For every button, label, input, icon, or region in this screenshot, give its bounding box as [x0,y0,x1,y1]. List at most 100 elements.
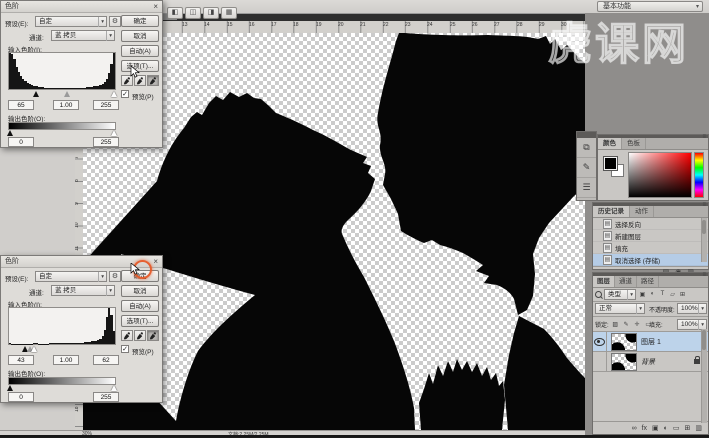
white-point-eyedropper-icon[interactable] [147,75,159,86]
layer-row[interactable]: 背景 [593,352,708,372]
output-black-field[interactable]: 0 [8,137,34,147]
white-output-slider[interactable] [111,385,117,391]
layers-bottom-icon[interactable]: ⊞ [685,424,691,432]
layer-filter-row: 类型 ▾ ▣◐T▱⊞ [593,288,708,302]
layers-panel-tab[interactable]: 路径 [637,276,659,287]
fill-select[interactable]: 100% ▾ [677,319,707,330]
layers-bottom-icon[interactable]: ▣ [652,424,659,432]
history-state-row[interactable]: ▤ 填充 [593,242,708,254]
history-state-row[interactable]: ▤ 选择反向 [593,218,708,230]
gamma-input-slider[interactable] [64,91,70,97]
history-panel-tab[interactable]: 历史记录 [593,206,630,217]
layer-filter-icon[interactable]: T [658,291,667,298]
layers-bottom-icon[interactable]: ▭ [673,424,680,432]
black-output-slider[interactable] [7,130,13,136]
fg-bg-swatches[interactable] [604,157,624,177]
visibility-cell[interactable] [593,332,607,351]
hue-slider[interactable] [694,152,704,198]
history-state-label: 选择反向 [615,219,641,229]
layers-bottom-icon[interactable]: ▥ [695,424,702,432]
lock-option-icon[interactable]: ✎ [622,321,631,328]
black-output-slider[interactable] [7,385,13,391]
white-input-slider[interactable] [111,91,117,97]
white-input-slider[interactable] [31,346,37,352]
layers-scrollbar[interactable] [701,329,707,423]
scrollbar-thumb[interactable] [702,330,706,350]
black-point-eyedropper-icon[interactable] [121,330,133,341]
history-state-row[interactable]: ▤ 新建图层 [593,230,708,242]
output-white-field[interactable]: 255 [93,392,119,402]
history-panel-tab[interactable]: 动作 [630,206,654,217]
channel-select[interactable]: 蓝 拷贝 ▾ [51,30,115,41]
cancel-button[interactable]: 取消 [121,30,159,42]
preview-checkbox[interactable]: ✓ [121,90,129,98]
history-state-row[interactable]: ▤ 取消选择 (存储) [593,254,708,266]
layer-filter-icon[interactable]: ▣ [638,291,647,298]
input-black-field[interactable]: 43 [8,355,34,365]
options-bar-icon[interactable]: ◧ [167,7,183,19]
black-input-slider[interactable] [33,91,39,97]
workspace-switcher[interactable]: 基本功能 ▾ [597,1,703,12]
layer-row[interactable]: 图层 1 [593,332,708,352]
auto-button[interactable]: 自动(A) [121,300,159,312]
blend-mode-row: 正常 ▾ 不透明度: 100% ▾ [593,302,708,317]
collapsed-panel-icon[interactable]: ☰ [577,178,596,198]
preview-checkbox[interactable]: ✓ [121,345,129,353]
dialog-title[interactable]: 色阶 [1,1,162,13]
options-bar-icon[interactable]: ◫ [185,7,201,19]
input-white-field[interactable]: 62 [93,355,119,365]
ruler-number: 14 [204,22,210,28]
layer-filter-icon[interactable]: ⊞ [678,291,687,298]
scrollbar-thumb[interactable] [702,220,706,234]
collapsed-panel-icon[interactable]: ⧉ [577,138,596,158]
preset-select[interactable]: 自定 ▾ [35,16,107,27]
collapsed-panel-icon[interactable]: ✎ [577,158,596,178]
layers-bottom-icon[interactable]: ◐ [664,425,668,432]
layer-filter-icon[interactable]: ▱ [668,291,677,298]
options-bar-icon[interactable]: ◨ [203,7,219,19]
color-field[interactable] [628,152,692,198]
auto-button[interactable]: 自动(A) [121,45,159,57]
layers-panel-tab[interactable]: 通道 [615,276,637,287]
panel-menu-icon[interactable]: ≡ [702,272,706,278]
filter-kind-select[interactable]: 类型 ▾ [604,289,636,300]
preset-select[interactable]: 自定 ▾ [35,271,107,282]
gray-point-eyedropper-icon[interactable] [134,330,146,341]
close-icon[interactable]: × [153,257,158,266]
preset-options-button[interactable]: ⚙ [109,271,121,282]
layer-thumbnail[interactable] [611,353,637,371]
layers-panel-tab[interactable]: 图层 [593,276,615,287]
layer-thumbnail[interactable] [611,333,637,351]
blend-mode-select[interactable]: 正常 ▾ [595,303,645,314]
layers-bottom-icon[interactable]: ∞ [632,425,637,432]
options-button[interactable]: 选项(T)... [121,315,159,327]
input-black-field[interactable]: 65 [8,100,34,110]
history-scrollbar[interactable] [701,218,707,262]
lock-option-icon[interactable]: ✛ [633,321,642,328]
layer-filter-icon[interactable]: ◐ [648,291,657,298]
output-white-field[interactable]: 255 [93,137,119,147]
options-bar-icon[interactable]: ▦ [221,7,237,19]
cancel-button[interactable]: 取消 [121,285,159,297]
white-point-eyedropper-icon[interactable] [147,330,159,341]
input-white-field[interactable]: 255 [93,100,119,110]
output-black-field[interactable]: 0 [8,392,34,402]
input-gamma-field[interactable]: 1.00 [53,355,79,365]
input-gamma-field[interactable]: 1.00 [53,100,79,110]
panel-menu-icon[interactable]: ≡ [702,134,706,140]
color-panel-tab[interactable]: 颜色 [598,138,622,149]
opacity-select[interactable]: 100% ▾ [677,303,707,314]
close-icon[interactable]: × [153,2,158,11]
panel-menu-icon[interactable]: ≡ [702,202,706,208]
channel-select[interactable]: 蓝 拷贝 ▾ [51,285,115,296]
visibility-cell[interactable] [593,352,607,371]
white-output-slider[interactable] [111,130,117,136]
ok-button[interactable]: 确定 [121,15,159,27]
options-button[interactable]: 选项(T)... [121,60,159,72]
lock-option-icon[interactable]: ▨ [611,321,620,328]
workspace-label: 基本功能 [603,3,631,10]
layers-bottom-icon[interactable]: fx [642,425,647,432]
foreground-color-swatch[interactable] [604,157,617,170]
preset-options-button[interactable]: ⚙ [109,16,121,27]
color-panel-tab[interactable]: 色板 [622,138,646,149]
